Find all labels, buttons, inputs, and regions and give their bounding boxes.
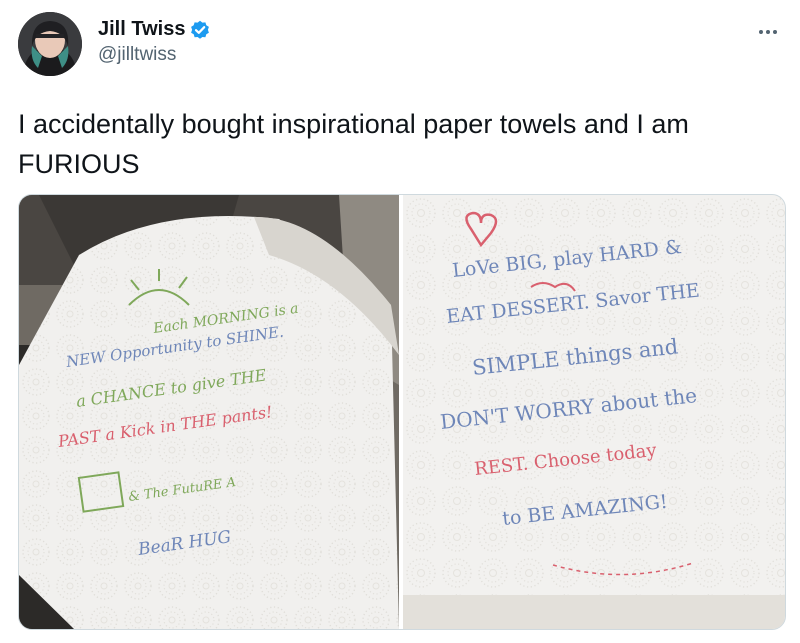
more-dot [759, 30, 763, 34]
tweet-media[interactable]: Each MORNING is a NEW Opportunity to SHI… [18, 194, 786, 630]
photo-paper-towel-roll[interactable]: Each MORNING is a NEW Opportunity to SHI… [19, 195, 399, 629]
tweet-header: Jill Twiss @jilltwiss [18, 12, 782, 78]
tweet-text: I accidentally bought inspirational pape… [18, 109, 689, 179]
author-names: Jill Twiss @jilltwiss [98, 18, 210, 66]
handle[interactable]: @jilltwiss [98, 44, 210, 66]
verified-badge-icon [190, 20, 210, 40]
more-dot [766, 30, 770, 34]
more-dots-icon[interactable] [754, 22, 782, 42]
more-dot [773, 30, 777, 34]
photo-paper-towel-sheet[interactable]: LoVe BIG, play HARD & EAT DESSERT. Savor… [403, 195, 785, 629]
avatar[interactable] [18, 12, 82, 76]
display-name[interactable]: Jill Twiss [98, 18, 185, 41]
display-name-row: Jill Twiss [98, 18, 210, 41]
